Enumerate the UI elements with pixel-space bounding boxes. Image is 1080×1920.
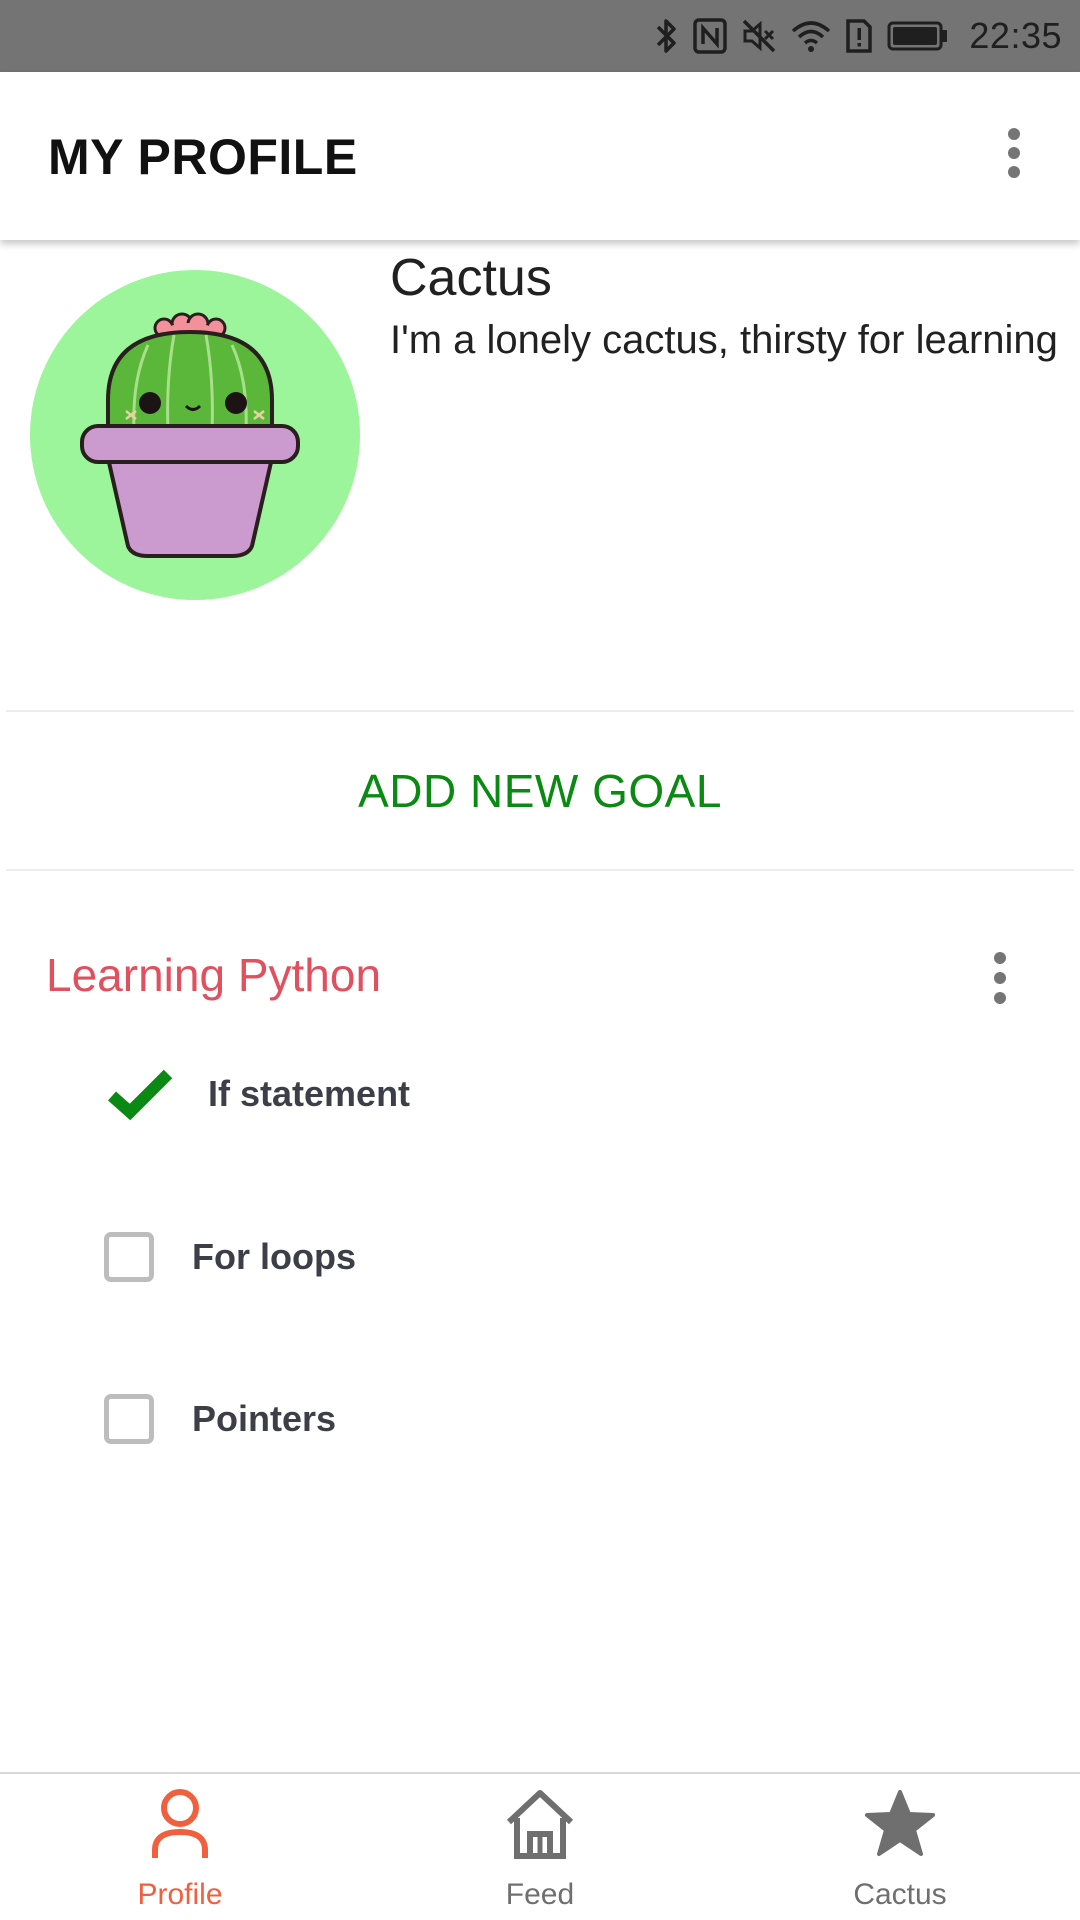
screen: 22:35 MY PROFILE Cactus I'm a lonely cac… <box>0 0 1080 1920</box>
app-bar: MY PROFILE <box>0 72 1080 240</box>
task-checkbox[interactable] <box>104 1394 154 1444</box>
nav-label: Cactus <box>853 1878 947 1911</box>
task-label: If statement <box>208 1073 411 1114</box>
nav-item-feed[interactable]: Feed <box>440 1774 640 1920</box>
star-icon <box>865 1790 935 1856</box>
person-icon <box>152 1789 208 1858</box>
mute-icon <box>743 19 776 53</box>
task-checkbox[interactable] <box>104 1232 154 1282</box>
status-icons: 22:35 <box>653 0 1062 72</box>
page-title: MY PROFILE <box>48 129 358 185</box>
avatar <box>30 270 360 600</box>
nfc-icon <box>693 18 728 54</box>
add-new-goal-button[interactable]: ADD NEW GOAL <box>0 712 1080 870</box>
profile-bio: I'm a lonely cactus, thirsty for learnin… <box>390 318 1058 362</box>
goal-title: Learning Python <box>46 949 382 1001</box>
task-item[interactable]: Pointers <box>104 1394 336 1444</box>
task-label: Pointers <box>192 1398 337 1439</box>
task-item[interactable]: For loops <box>104 1232 356 1282</box>
nav-item-cactus[interactable]: Cactus <box>800 1774 1000 1920</box>
goal-more-vert-icon[interactable] <box>980 952 1020 1004</box>
profile-name: Cactus <box>390 249 552 307</box>
sim-alert-icon <box>846 19 873 53</box>
more-vert-icon[interactable] <box>994 128 1034 178</box>
checkmark-icon[interactable] <box>106 1066 174 1122</box>
nav-label: Profile <box>137 1878 223 1911</box>
battery-icon <box>887 21 948 51</box>
nav-item-profile[interactable]: Profile <box>80 1774 280 1920</box>
home-icon <box>506 1790 574 1859</box>
bluetooth-icon <box>657 19 677 53</box>
status-bar: 22:35 <box>0 0 1080 72</box>
task-item[interactable]: If statement <box>106 1066 410 1122</box>
divider <box>6 869 1074 871</box>
bottom-nav: Profile Feed Cactus <box>0 1772 1080 1920</box>
cactus-avatar <box>80 312 300 558</box>
task-label: For loops <box>192 1236 356 1277</box>
nav-label: Feed <box>505 1878 575 1911</box>
wifi-icon <box>792 21 831 52</box>
status-time: 22:35 <box>969 15 1062 56</box>
